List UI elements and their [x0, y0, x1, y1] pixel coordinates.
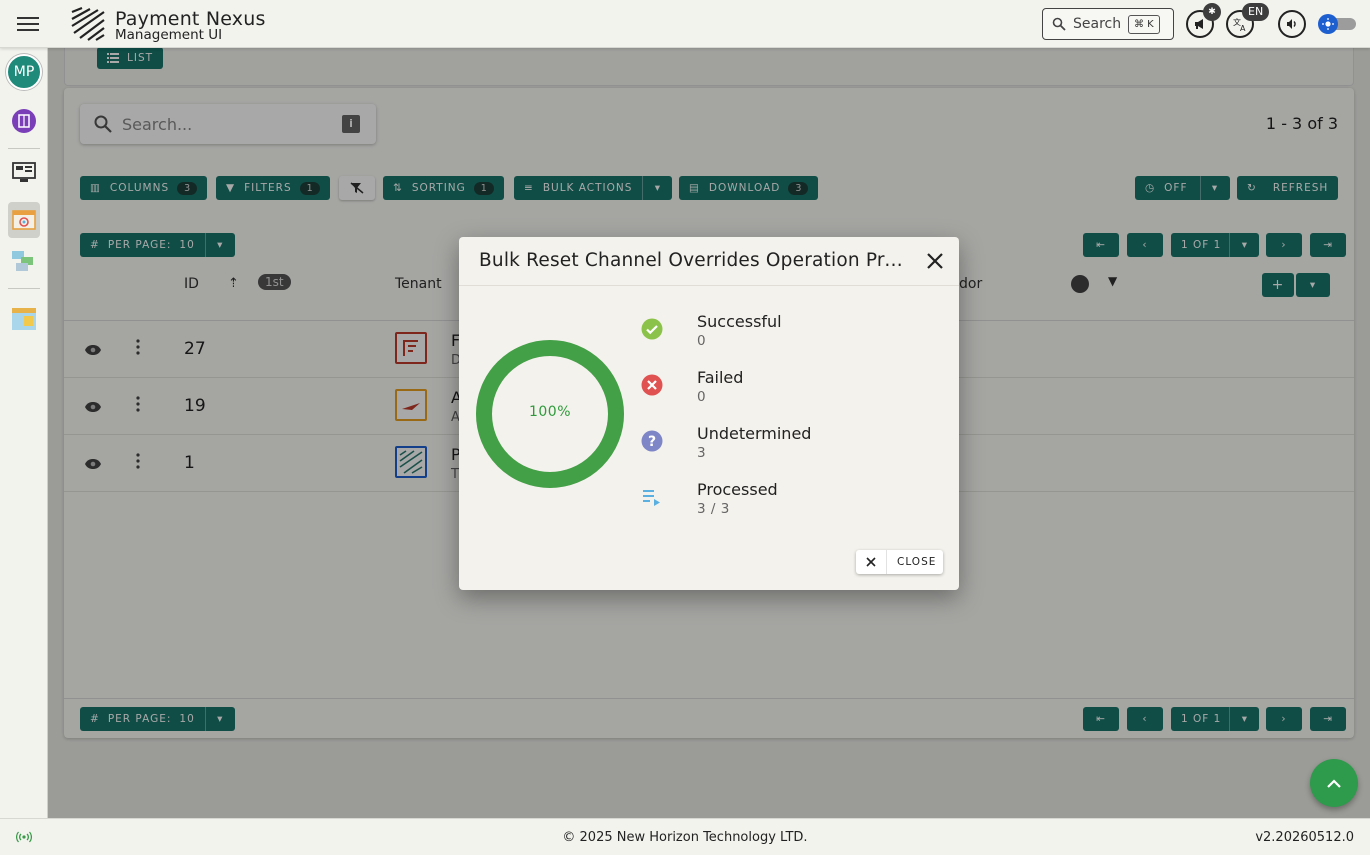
app-subtitle: Management UI	[115, 27, 223, 43]
search-icon	[1052, 17, 1066, 31]
search-label: Search	[1073, 16, 1122, 32]
sound-button[interactable]	[1278, 10, 1306, 38]
playlist-play-icon	[643, 490, 660, 506]
version-text: v2.20260512.0	[1255, 830, 1354, 845]
check-circle-icon	[641, 318, 663, 340]
scroll-top-button[interactable]	[1310, 759, 1358, 807]
stat-successful-label: Successful	[697, 312, 782, 331]
stat-failed-label: Failed	[697, 368, 744, 387]
svg-text:?: ?	[648, 434, 656, 450]
close-button[interactable]: CLOSE	[856, 550, 943, 574]
sun-icon	[1318, 14, 1338, 34]
menu-icon[interactable]	[16, 14, 40, 34]
stat-failed-value: 0	[697, 389, 707, 405]
close-icon[interactable]	[925, 251, 945, 271]
bulk-progress-dialog: Bulk Reset Channel Overrides Operation P…	[459, 237, 959, 590]
side-rail: MP	[0, 48, 48, 818]
integrations-icon[interactable]	[8, 245, 40, 277]
logo-icon	[71, 6, 105, 41]
svg-text:A: A	[1240, 24, 1246, 32]
notification-badge: ✱	[1203, 3, 1221, 21]
search-shortcut: ⌘ K	[1128, 15, 1160, 34]
theme-toggle[interactable]	[1318, 14, 1356, 34]
dashboard-icon[interactable]	[8, 157, 40, 189]
app-bar: Payment Nexus Management UI Search ⌘ K ✱…	[0, 0, 1370, 48]
reports-icon[interactable]	[8, 303, 40, 335]
language-badge: EN	[1242, 3, 1270, 21]
volume-icon	[1287, 19, 1296, 29]
close-icon	[866, 557, 876, 567]
stat-processed-label: Processed	[697, 480, 778, 499]
dialog-title: Bulk Reset Channel Overrides Operation P…	[479, 250, 909, 271]
stat-undetermined-label: Undetermined	[697, 424, 812, 443]
stat-undetermined-value: 3	[697, 445, 707, 461]
progress-percent: 100%	[528, 404, 572, 420]
avatar[interactable]: MP	[6, 54, 42, 90]
megaphone-icon	[1195, 19, 1203, 29]
copyright-text: © 2025 New Horizon Technology LTD.	[562, 830, 808, 845]
close-button-label: CLOSE	[897, 556, 937, 568]
page-footer: © 2025 New Horizon Technology LTD. v2.20…	[0, 818, 1370, 855]
dialog-divider	[459, 285, 959, 286]
chevron-up-icon	[1327, 779, 1341, 788]
help-circle-icon: ?	[641, 430, 663, 452]
global-search-button[interactable]: Search ⌘ K	[1042, 8, 1174, 40]
tenant-switch-icon[interactable]	[8, 105, 40, 137]
error-circle-icon	[641, 374, 663, 396]
stat-processed-value: 3 / 3	[697, 501, 730, 517]
stat-successful-value: 0	[697, 333, 707, 349]
channel-overrides-icon[interactable]	[8, 202, 40, 238]
